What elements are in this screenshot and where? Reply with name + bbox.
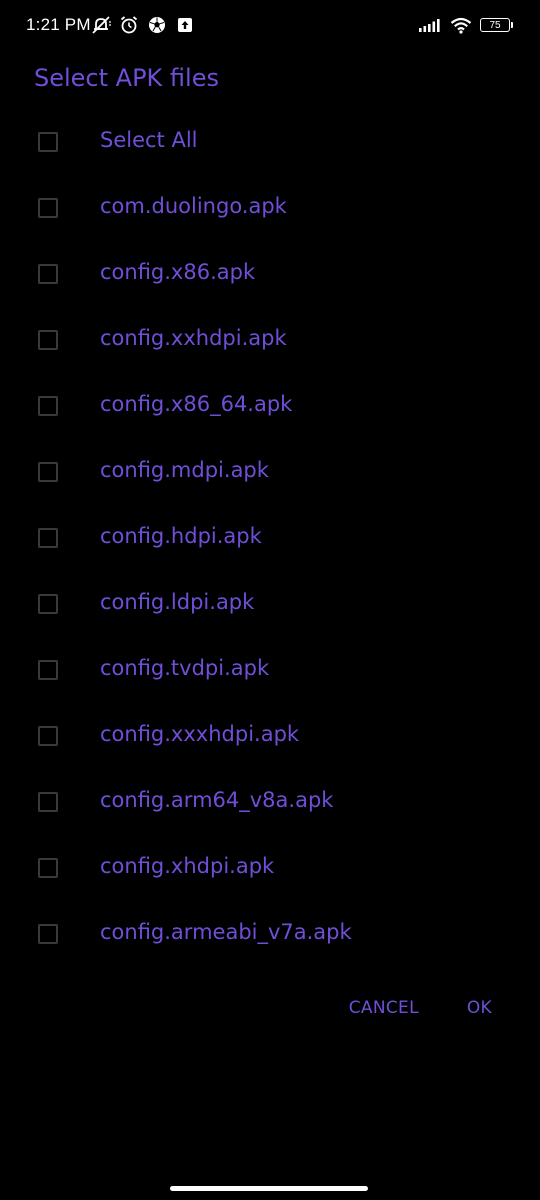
checkbox[interactable] xyxy=(38,726,58,746)
home-indicator[interactable] xyxy=(170,1186,368,1191)
alarm-icon xyxy=(118,14,140,36)
mute-vibrate-icon xyxy=(90,14,112,36)
checkbox[interactable] xyxy=(38,528,58,548)
list-item[interactable]: config.xxhdpi.apk xyxy=(0,308,540,374)
list-item-label: config.arm64_v8a.apk xyxy=(100,788,334,812)
list-item[interactable]: config.mdpi.apk xyxy=(0,440,540,506)
status-time: 1:21 PM xyxy=(26,15,91,34)
checkbox[interactable] xyxy=(38,330,58,350)
list-item[interactable]: com.duolingo.apk xyxy=(0,176,540,242)
list-item-select-all[interactable]: Select All xyxy=(0,110,540,176)
list-item-label: config.hdpi.apk xyxy=(100,524,262,548)
dialog-title: Select APK files xyxy=(34,64,219,92)
list-item[interactable]: config.arm64_v8a.apk xyxy=(0,770,540,836)
list-item[interactable]: config.xhdpi.apk xyxy=(0,836,540,902)
wifi-icon xyxy=(450,17,472,34)
status-left-icons xyxy=(90,14,202,36)
list-item-label: config.x86_64.apk xyxy=(100,392,293,416)
status-bar: 1:21 PM 75 xyxy=(0,0,540,52)
list-item[interactable]: config.ldpi.apk xyxy=(0,572,540,638)
list-item-label: config.ldpi.apk xyxy=(100,590,255,614)
checkbox[interactable] xyxy=(38,396,58,416)
checkbox[interactable] xyxy=(38,792,58,812)
list-item-label: config.xhdpi.apk xyxy=(100,854,275,878)
status-right-icons: 75 xyxy=(410,14,513,36)
checkbox[interactable] xyxy=(38,264,58,284)
list-item-label: Select All xyxy=(100,128,198,152)
list-item-label: config.x86.apk xyxy=(100,260,256,284)
checkbox[interactable] xyxy=(38,858,58,878)
list-item[interactable]: config.armeabi_v7a.apk xyxy=(0,902,540,968)
list-item[interactable]: config.tvdpi.apk xyxy=(0,638,540,704)
list-item[interactable]: config.x86.apk xyxy=(0,242,540,308)
upload-icon xyxy=(174,14,196,36)
checkbox[interactable] xyxy=(38,660,58,680)
list-item[interactable]: config.xxxhdpi.apk xyxy=(0,704,540,770)
list-item[interactable]: config.x86_64.apk xyxy=(0,374,540,440)
soccer-ball-icon xyxy=(146,14,168,36)
checkbox[interactable] xyxy=(38,132,58,152)
list-item-label: config.xxxhdpi.apk xyxy=(100,722,300,746)
battery-level: 75 xyxy=(480,18,513,32)
list-item-label: config.armeabi_v7a.apk xyxy=(100,920,352,944)
list-item[interactable]: config.hdpi.apk xyxy=(0,506,540,572)
ok-button[interactable]: OK xyxy=(467,998,492,1018)
battery-icon: 75 xyxy=(480,18,513,32)
checkbox[interactable] xyxy=(38,924,58,944)
signal-icon xyxy=(418,17,442,33)
apk-file-list: Select All com.duolingo.apk config.x86.a… xyxy=(0,110,540,968)
list-item-label: com.duolingo.apk xyxy=(100,194,287,218)
cancel-button[interactable]: CANCEL xyxy=(349,998,419,1018)
checkbox[interactable] xyxy=(38,198,58,218)
list-item-label: config.mdpi.apk xyxy=(100,458,269,482)
checkbox[interactable] xyxy=(38,594,58,614)
list-item-label: config.xxhdpi.apk xyxy=(100,326,287,350)
checkbox[interactable] xyxy=(38,462,58,482)
list-item-label: config.tvdpi.apk xyxy=(100,656,270,680)
dialog-actions: CANCEL OK xyxy=(349,998,492,1018)
